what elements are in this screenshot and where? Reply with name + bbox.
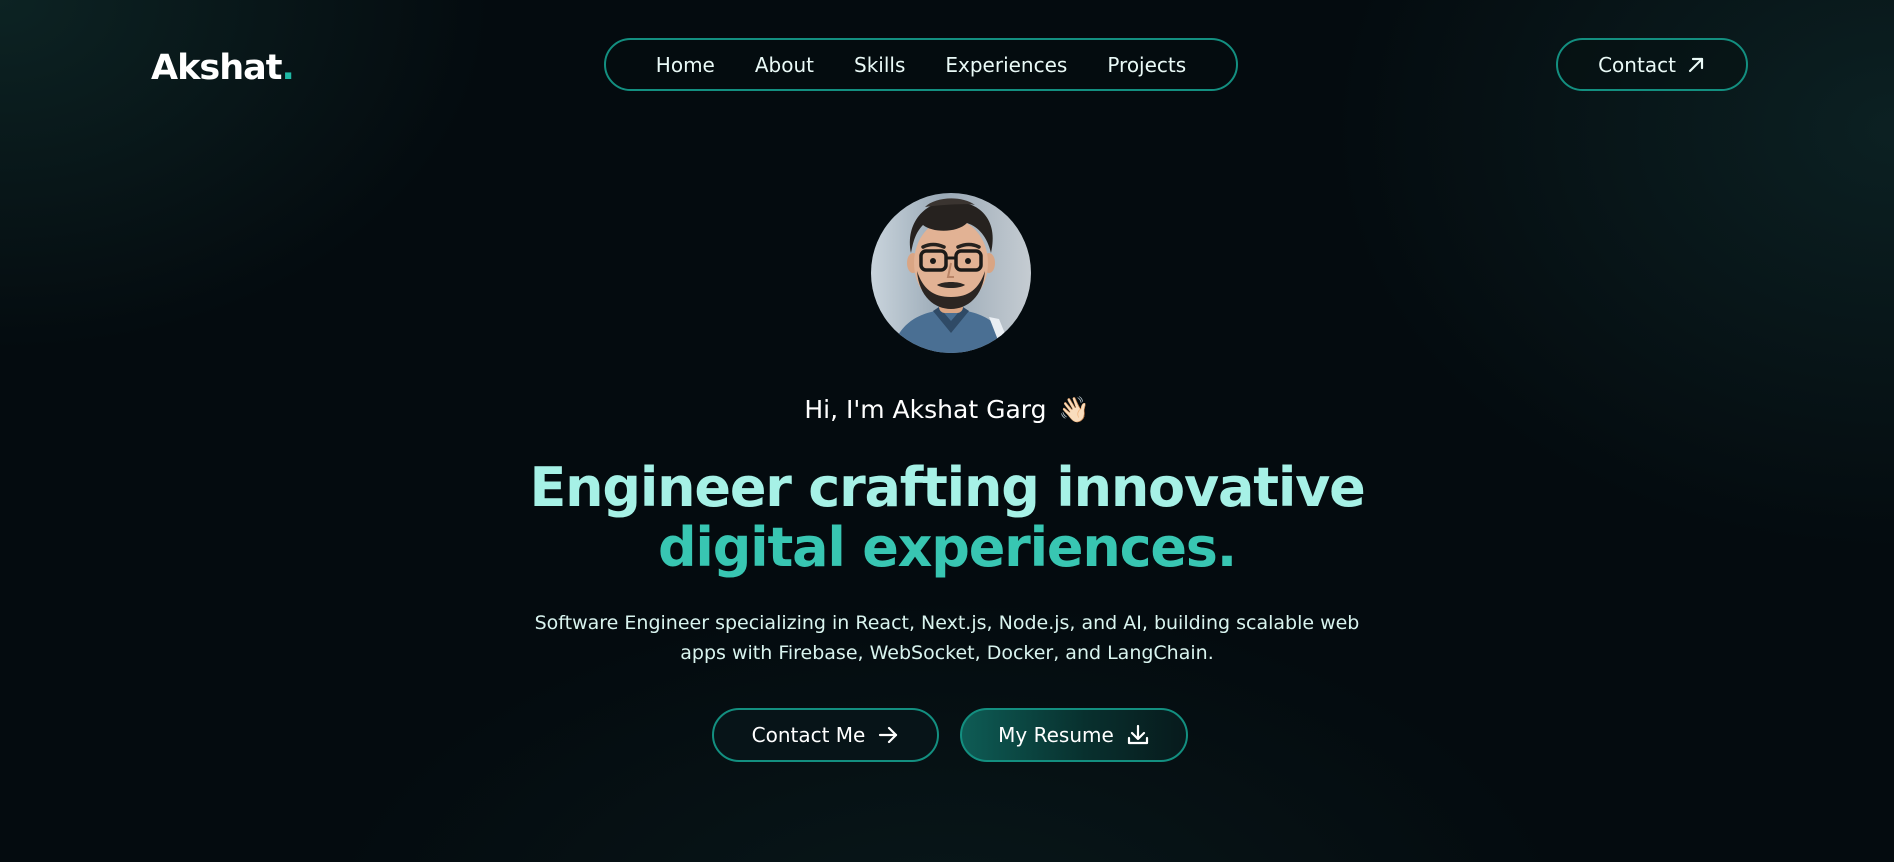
nav-projects[interactable]: Projects [1107, 53, 1186, 77]
main-nav: Home About Skills Experiences Projects [604, 38, 1238, 91]
logo[interactable]: Akshat. [151, 44, 295, 92]
subtitle: Software Engineer specializing in React,… [534, 612, 1360, 664]
nav-home[interactable]: Home [656, 53, 715, 77]
contact-button-label: Contact [1598, 52, 1676, 77]
nav-skills[interactable]: Skills [854, 53, 905, 77]
contact-button[interactable]: Contact [1556, 38, 1748, 91]
greeting: Hi, I'm Akshat Garg 👋🏻 [0, 392, 1894, 428]
greeting-text: Hi, I'm Akshat Garg [804, 395, 1047, 424]
contact-me-label: Contact Me [751, 723, 866, 747]
wave-icon: 👋🏻 [1058, 395, 1090, 424]
headline-line-1: Engineer crafting innovative [529, 456, 1365, 519]
contact-me-button[interactable]: Contact Me [712, 708, 939, 762]
my-resume-button[interactable]: My Resume [960, 708, 1188, 762]
avatar [871, 193, 1031, 353]
nav-about[interactable]: About [755, 53, 814, 77]
download-icon [1126, 723, 1150, 747]
arrow-right-icon [877, 724, 899, 746]
headline-line-2: digital experiences. [657, 516, 1237, 579]
arrow-up-right-icon [1686, 55, 1706, 75]
logo-dot: . [281, 48, 294, 88]
logo-text: Akshat [151, 48, 282, 88]
my-resume-label: My Resume [998, 723, 1114, 747]
nav-experiences[interactable]: Experiences [945, 53, 1067, 77]
headline: Engineer crafting innovative digital exp… [0, 458, 1894, 578]
